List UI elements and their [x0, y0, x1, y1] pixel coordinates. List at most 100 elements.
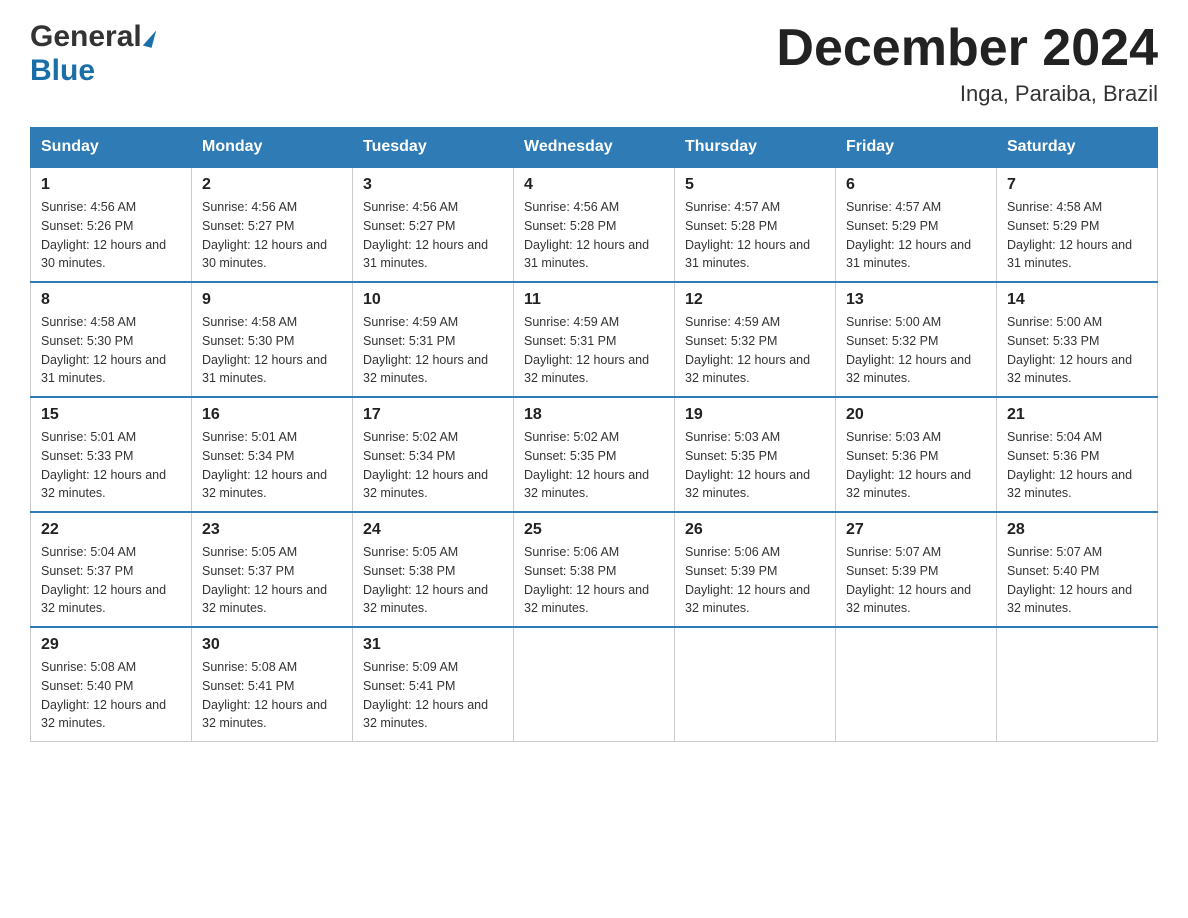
- day-info: Sunrise: 4:57 AM Sunset: 5:28 PM Dayligh…: [685, 198, 825, 273]
- day-number: 7: [1007, 176, 1147, 194]
- day-number: 2: [202, 176, 342, 194]
- day-info: Sunrise: 5:04 AM Sunset: 5:36 PM Dayligh…: [1007, 428, 1147, 503]
- day-info: Sunrise: 5:08 AM Sunset: 5:40 PM Dayligh…: [41, 658, 181, 733]
- calendar-day-cell: 3 Sunrise: 4:56 AM Sunset: 5:27 PM Dayli…: [353, 167, 514, 282]
- day-info: Sunrise: 5:05 AM Sunset: 5:38 PM Dayligh…: [363, 543, 503, 618]
- day-number: 26: [685, 521, 825, 539]
- calendar-day-cell: 2 Sunrise: 4:56 AM Sunset: 5:27 PM Dayli…: [192, 167, 353, 282]
- calendar-day-cell: 9 Sunrise: 4:58 AM Sunset: 5:30 PM Dayli…: [192, 282, 353, 397]
- calendar-day-cell: 19 Sunrise: 5:03 AM Sunset: 5:35 PM Dayl…: [675, 397, 836, 512]
- day-number: 4: [524, 176, 664, 194]
- day-number: 18: [524, 406, 664, 424]
- calendar-day-header: Saturday: [997, 128, 1158, 168]
- day-info: Sunrise: 5:00 AM Sunset: 5:32 PM Dayligh…: [846, 313, 986, 388]
- calendar-day-header: Monday: [192, 128, 353, 168]
- day-number: 12: [685, 291, 825, 309]
- day-number: 3: [363, 176, 503, 194]
- calendar-day-header: Thursday: [675, 128, 836, 168]
- logo: General Blue: [30, 20, 154, 88]
- calendar-week-row: 1 Sunrise: 4:56 AM Sunset: 5:26 PM Dayli…: [31, 167, 1158, 282]
- day-number: 13: [846, 291, 986, 309]
- day-number: 28: [1007, 521, 1147, 539]
- day-number: 25: [524, 521, 664, 539]
- calendar-day-cell: 14 Sunrise: 5:00 AM Sunset: 5:33 PM Dayl…: [997, 282, 1158, 397]
- calendar-day-cell: 18 Sunrise: 5:02 AM Sunset: 5:35 PM Dayl…: [514, 397, 675, 512]
- day-info: Sunrise: 5:02 AM Sunset: 5:35 PM Dayligh…: [524, 428, 664, 503]
- calendar-day-cell: 21 Sunrise: 5:04 AM Sunset: 5:36 PM Dayl…: [997, 397, 1158, 512]
- day-number: 23: [202, 521, 342, 539]
- calendar-day-cell: 25 Sunrise: 5:06 AM Sunset: 5:38 PM Dayl…: [514, 512, 675, 627]
- page-subtitle: Inga, Paraiba, Brazil: [776, 81, 1158, 107]
- day-info: Sunrise: 4:56 AM Sunset: 5:27 PM Dayligh…: [202, 198, 342, 273]
- calendar-day-cell: 6 Sunrise: 4:57 AM Sunset: 5:29 PM Dayli…: [836, 167, 997, 282]
- calendar-week-row: 15 Sunrise: 5:01 AM Sunset: 5:33 PM Dayl…: [31, 397, 1158, 512]
- calendar-day-cell: 22 Sunrise: 5:04 AM Sunset: 5:37 PM Dayl…: [31, 512, 192, 627]
- calendar-day-header: Tuesday: [353, 128, 514, 168]
- calendar-day-cell: 20 Sunrise: 5:03 AM Sunset: 5:36 PM Dayl…: [836, 397, 997, 512]
- day-info: Sunrise: 5:03 AM Sunset: 5:35 PM Dayligh…: [685, 428, 825, 503]
- day-number: 31: [363, 636, 503, 654]
- calendar-table: SundayMondayTuesdayWednesdayThursdayFrid…: [30, 127, 1158, 742]
- day-info: Sunrise: 5:02 AM Sunset: 5:34 PM Dayligh…: [363, 428, 503, 503]
- day-number: 30: [202, 636, 342, 654]
- day-info: Sunrise: 5:03 AM Sunset: 5:36 PM Dayligh…: [846, 428, 986, 503]
- day-number: 24: [363, 521, 503, 539]
- day-info: Sunrise: 4:56 AM Sunset: 5:28 PM Dayligh…: [524, 198, 664, 273]
- day-info: Sunrise: 4:56 AM Sunset: 5:27 PM Dayligh…: [363, 198, 503, 273]
- calendar-day-cell: 23 Sunrise: 5:05 AM Sunset: 5:37 PM Dayl…: [192, 512, 353, 627]
- calendar-day-cell: 30 Sunrise: 5:08 AM Sunset: 5:41 PM Dayl…: [192, 627, 353, 742]
- day-number: 27: [846, 521, 986, 539]
- calendar-day-header: Sunday: [31, 128, 192, 168]
- day-number: 21: [1007, 406, 1147, 424]
- logo-triangle-icon: [143, 28, 156, 48]
- page-header: General Blue December 2024 Inga, Paraiba…: [30, 20, 1158, 107]
- day-number: 14: [1007, 291, 1147, 309]
- calendar-day-cell: [675, 627, 836, 742]
- day-info: Sunrise: 4:59 AM Sunset: 5:31 PM Dayligh…: [363, 313, 503, 388]
- day-info: Sunrise: 5:00 AM Sunset: 5:33 PM Dayligh…: [1007, 313, 1147, 388]
- day-info: Sunrise: 5:07 AM Sunset: 5:40 PM Dayligh…: [1007, 543, 1147, 618]
- day-info: Sunrise: 4:57 AM Sunset: 5:29 PM Dayligh…: [846, 198, 986, 273]
- day-number: 29: [41, 636, 181, 654]
- day-number: 20: [846, 406, 986, 424]
- day-info: Sunrise: 5:04 AM Sunset: 5:37 PM Dayligh…: [41, 543, 181, 618]
- page-title: December 2024: [776, 20, 1158, 77]
- calendar-day-header: Friday: [836, 128, 997, 168]
- logo-blue: Blue: [30, 54, 95, 88]
- day-info: Sunrise: 4:59 AM Sunset: 5:31 PM Dayligh…: [524, 313, 664, 388]
- day-number: 17: [363, 406, 503, 424]
- calendar-day-cell: 27 Sunrise: 5:07 AM Sunset: 5:39 PM Dayl…: [836, 512, 997, 627]
- calendar-day-cell: 24 Sunrise: 5:05 AM Sunset: 5:38 PM Dayl…: [353, 512, 514, 627]
- calendar-day-cell: 4 Sunrise: 4:56 AM Sunset: 5:28 PM Dayli…: [514, 167, 675, 282]
- day-number: 22: [41, 521, 181, 539]
- day-number: 9: [202, 291, 342, 309]
- day-info: Sunrise: 5:08 AM Sunset: 5:41 PM Dayligh…: [202, 658, 342, 733]
- day-info: Sunrise: 5:06 AM Sunset: 5:38 PM Dayligh…: [524, 543, 664, 618]
- calendar-day-cell: 13 Sunrise: 5:00 AM Sunset: 5:32 PM Dayl…: [836, 282, 997, 397]
- day-number: 15: [41, 406, 181, 424]
- calendar-day-cell: 29 Sunrise: 5:08 AM Sunset: 5:40 PM Dayl…: [31, 627, 192, 742]
- day-number: 8: [41, 291, 181, 309]
- calendar-day-cell: 15 Sunrise: 5:01 AM Sunset: 5:33 PM Dayl…: [31, 397, 192, 512]
- day-info: Sunrise: 4:59 AM Sunset: 5:32 PM Dayligh…: [685, 313, 825, 388]
- calendar-week-row: 22 Sunrise: 5:04 AM Sunset: 5:37 PM Dayl…: [31, 512, 1158, 627]
- calendar-day-cell: 12 Sunrise: 4:59 AM Sunset: 5:32 PM Dayl…: [675, 282, 836, 397]
- title-block: December 2024 Inga, Paraiba, Brazil: [776, 20, 1158, 107]
- day-number: 11: [524, 291, 664, 309]
- calendar-week-row: 8 Sunrise: 4:58 AM Sunset: 5:30 PM Dayli…: [31, 282, 1158, 397]
- calendar-day-cell: 8 Sunrise: 4:58 AM Sunset: 5:30 PM Dayli…: [31, 282, 192, 397]
- day-number: 1: [41, 176, 181, 194]
- day-info: Sunrise: 4:58 AM Sunset: 5:30 PM Dayligh…: [41, 313, 181, 388]
- calendar-day-cell: [997, 627, 1158, 742]
- calendar-day-cell: 26 Sunrise: 5:06 AM Sunset: 5:39 PM Dayl…: [675, 512, 836, 627]
- day-number: 5: [685, 176, 825, 194]
- calendar-day-cell: [514, 627, 675, 742]
- day-info: Sunrise: 5:01 AM Sunset: 5:33 PM Dayligh…: [41, 428, 181, 503]
- logo-general: General: [30, 20, 142, 54]
- day-number: 10: [363, 291, 503, 309]
- day-info: Sunrise: 4:58 AM Sunset: 5:30 PM Dayligh…: [202, 313, 342, 388]
- day-info: Sunrise: 5:06 AM Sunset: 5:39 PM Dayligh…: [685, 543, 825, 618]
- calendar-day-header: Wednesday: [514, 128, 675, 168]
- calendar-week-row: 29 Sunrise: 5:08 AM Sunset: 5:40 PM Dayl…: [31, 627, 1158, 742]
- calendar-day-cell: 11 Sunrise: 4:59 AM Sunset: 5:31 PM Dayl…: [514, 282, 675, 397]
